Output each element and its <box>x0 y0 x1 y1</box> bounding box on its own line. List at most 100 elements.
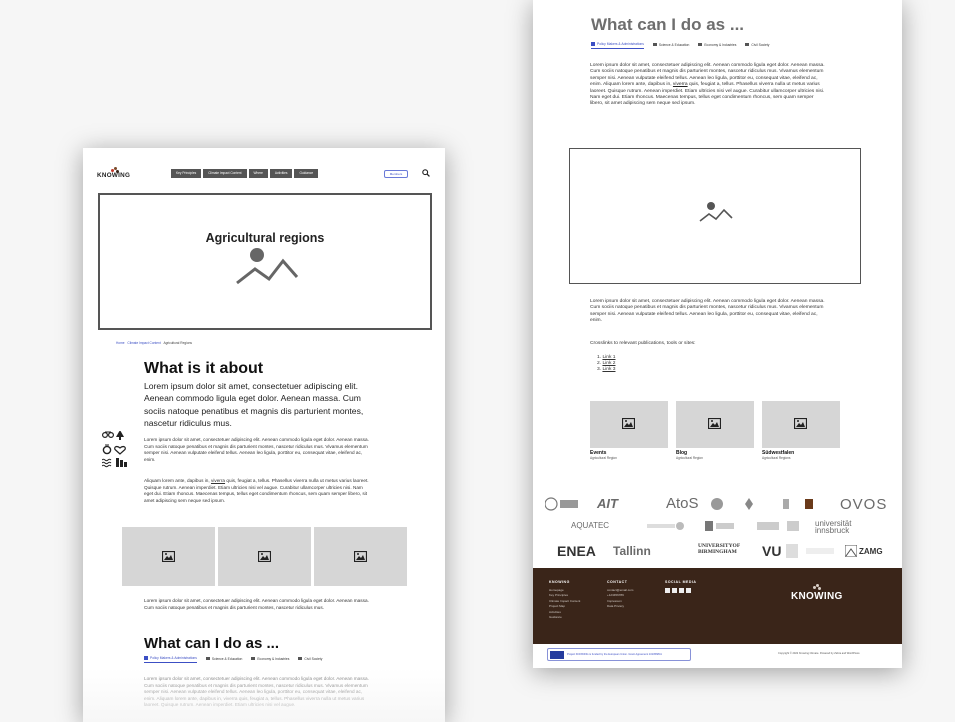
building-icon <box>144 656 148 660</box>
tab-economy-industries[interactable]: Economy & Industries <box>698 42 736 49</box>
heading-what-can-i-do: What can I do as ... <box>144 635 280 652</box>
breadcrumb-home[interactable]: Home <box>116 341 125 345</box>
tab-policy-makers[interactable]: Policy Makers & Administrations <box>591 42 644 49</box>
people-icon <box>298 656 303 661</box>
hero-image-placeholder: Agricultural regions <box>98 193 432 330</box>
tab-label: Science & Education <box>658 42 690 47</box>
water-waves-icon <box>102 458 112 468</box>
crosslink[interactable]: Link 1 <box>602 355 615 360</box>
crosslink[interactable]: Link 3 <box>602 367 615 372</box>
para-text: Aliquam lorem ante, dapibus in, <box>144 478 211 483</box>
members-button[interactable]: Members <box>384 170 408 178</box>
tab-civil-society[interactable]: Civil Society <box>298 656 322 663</box>
related-cards: Events Agricultural Region Blog Agricult… <box>590 401 840 460</box>
image-gallery <box>122 527 407 586</box>
site-footer: KNOWING Homepage Key Principles Climate … <box>533 568 902 644</box>
list-item: 3. Link 3 <box>597 367 616 373</box>
people-icon <box>745 42 750 47</box>
binoculars-icon <box>102 431 115 439</box>
left-page-mockup: KNOWING Key Principles Climate Impact Co… <box>83 148 445 722</box>
eu-flag-icon <box>550 651 564 659</box>
card-image <box>762 401 840 448</box>
partner-logo-zamg: ZAMG <box>859 547 883 556</box>
partner-logo-birmingham: UNIVERSITYOF BIRMINGHAM <box>698 543 740 555</box>
image-placeholder-icon <box>699 202 733 222</box>
tab-label: Civil Society <box>751 42 770 47</box>
twitter-icon[interactable] <box>672 588 677 593</box>
briefcase-icon <box>698 42 703 47</box>
footer-link[interactable]: Guidance <box>549 615 580 620</box>
bug-icon <box>102 444 112 455</box>
body-paragraph-2: Lorem ipsum dolor sit amet, consectetuer… <box>590 299 825 324</box>
body-paragraph-1: Lorem ipsum dolor sit amet, consectetuer… <box>144 437 369 462</box>
partner-logo-enea: ENEA <box>557 543 596 559</box>
breadcrumb: Home Climate Impact Content Agricultural… <box>116 341 194 345</box>
gallery-image[interactable] <box>122 527 215 586</box>
card-image <box>676 401 754 448</box>
tab-label: Science & Education <box>211 656 243 661</box>
inline-link[interactable]: viverra <box>673 82 688 87</box>
card-suedwestfalen[interactable]: Südwestfalen Agricultural Regions <box>762 401 840 460</box>
city-icon <box>116 458 127 467</box>
graduation-cap-icon <box>652 42 657 47</box>
partner-logo-vu: VU <box>762 543 782 559</box>
crosslink[interactable]: Link 2 <box>602 361 615 366</box>
brand-name: KNOWING <box>97 172 131 179</box>
linkedin-icon[interactable] <box>679 588 684 593</box>
stakeholder-tabs: Policy Makers & Administrations Science … <box>144 656 322 663</box>
partner-emblems <box>786 544 834 558</box>
nav-item-key-principles[interactable]: Key Principles <box>171 169 202 178</box>
briefcase-icon <box>251 656 256 661</box>
nav-item-activities[interactable]: Activities <box>269 169 293 178</box>
nav-item-where[interactable]: Where <box>248 169 268 178</box>
nav-item-guidance[interactable]: Guidance <box>294 169 319 178</box>
tab-science-education[interactable]: Science & Education <box>205 656 243 663</box>
footer-heading: KNOWING <box>549 580 570 584</box>
partner-logo-atos: AtoS <box>666 495 699 512</box>
lead-paragraph: Lorem ipsum dolor sit amet, consectetuer… <box>144 381 364 429</box>
logo-dots-icon <box>813 584 821 590</box>
card-events[interactable]: Events Agricultural Region <box>590 401 668 460</box>
footer-link[interactable]: Data Privacy <box>607 604 633 609</box>
funding-bar: Project KNOWING is funded by the Europea… <box>533 644 902 668</box>
tab-label: Economy & Industries <box>257 656 290 661</box>
gallery-image[interactable] <box>218 527 311 586</box>
facebook-icon[interactable] <box>665 588 670 593</box>
tab-science-education[interactable]: Science & Education <box>652 42 690 49</box>
tab-label: Civil Society <box>304 656 323 661</box>
footer-heading: CONTACT <box>607 580 628 584</box>
tab-policy-makers[interactable]: Policy Makers & Administrations <box>144 656 197 663</box>
image-icon <box>708 418 721 429</box>
stakeholder-tabs: Policy Makers & Administrations Science … <box>591 42 769 49</box>
partner-emblems <box>647 521 799 531</box>
partner-logo-uibk: universität innsbruck <box>815 519 852 535</box>
tab-label: Policy Makers & Administrations <box>597 42 644 46</box>
zamg-icon <box>845 545 857 557</box>
gallery-image[interactable] <box>314 527 407 586</box>
nav-item-climate-impact-content[interactable]: Climate Impact Content <box>203 169 247 178</box>
breadcrumb-climate-impact-content[interactable]: Climate Impact Content <box>127 341 160 345</box>
youtube-icon[interactable] <box>686 588 691 593</box>
heading-what-is-it-about: What is it about <box>144 360 264 377</box>
inline-link[interactable]: viverra <box>211 478 225 483</box>
breadcrumb-current: Agricultural Regions <box>163 341 192 345</box>
partner-logo-aquatec: AQUATEC <box>571 521 610 530</box>
card-blog[interactable]: Blog Agricultural Region <box>676 401 754 460</box>
site-header: KNOWING Key Principles Climate Impact Co… <box>83 166 445 182</box>
hero-title: Agricultural regions <box>205 231 325 245</box>
image-icon <box>354 551 367 562</box>
tree-icon <box>116 431 124 440</box>
image-icon <box>622 418 635 429</box>
partner-logos: AIT AtoS OVOS AQUATEC universität innsbr… <box>543 493 895 565</box>
image-placeholder <box>569 148 861 284</box>
tab-civil-society[interactable]: Civil Society <box>745 42 769 49</box>
brand-logo[interactable]: KNOWING <box>97 167 137 182</box>
category-icons <box>102 431 128 473</box>
image-icon <box>794 418 807 429</box>
body-paragraph-3: Lorem ipsum dolor sit amet, consectetuer… <box>144 598 369 610</box>
heading-what-can-i-do: What can I do as ... <box>591 15 745 34</box>
card-subtitle: Agricultural Regions <box>762 456 791 460</box>
tab-economy-industries[interactable]: Economy & Industries <box>251 656 289 663</box>
search-icon[interactable] <box>422 169 430 177</box>
footer-brand-logo[interactable]: KNOWING <box>791 584 861 606</box>
